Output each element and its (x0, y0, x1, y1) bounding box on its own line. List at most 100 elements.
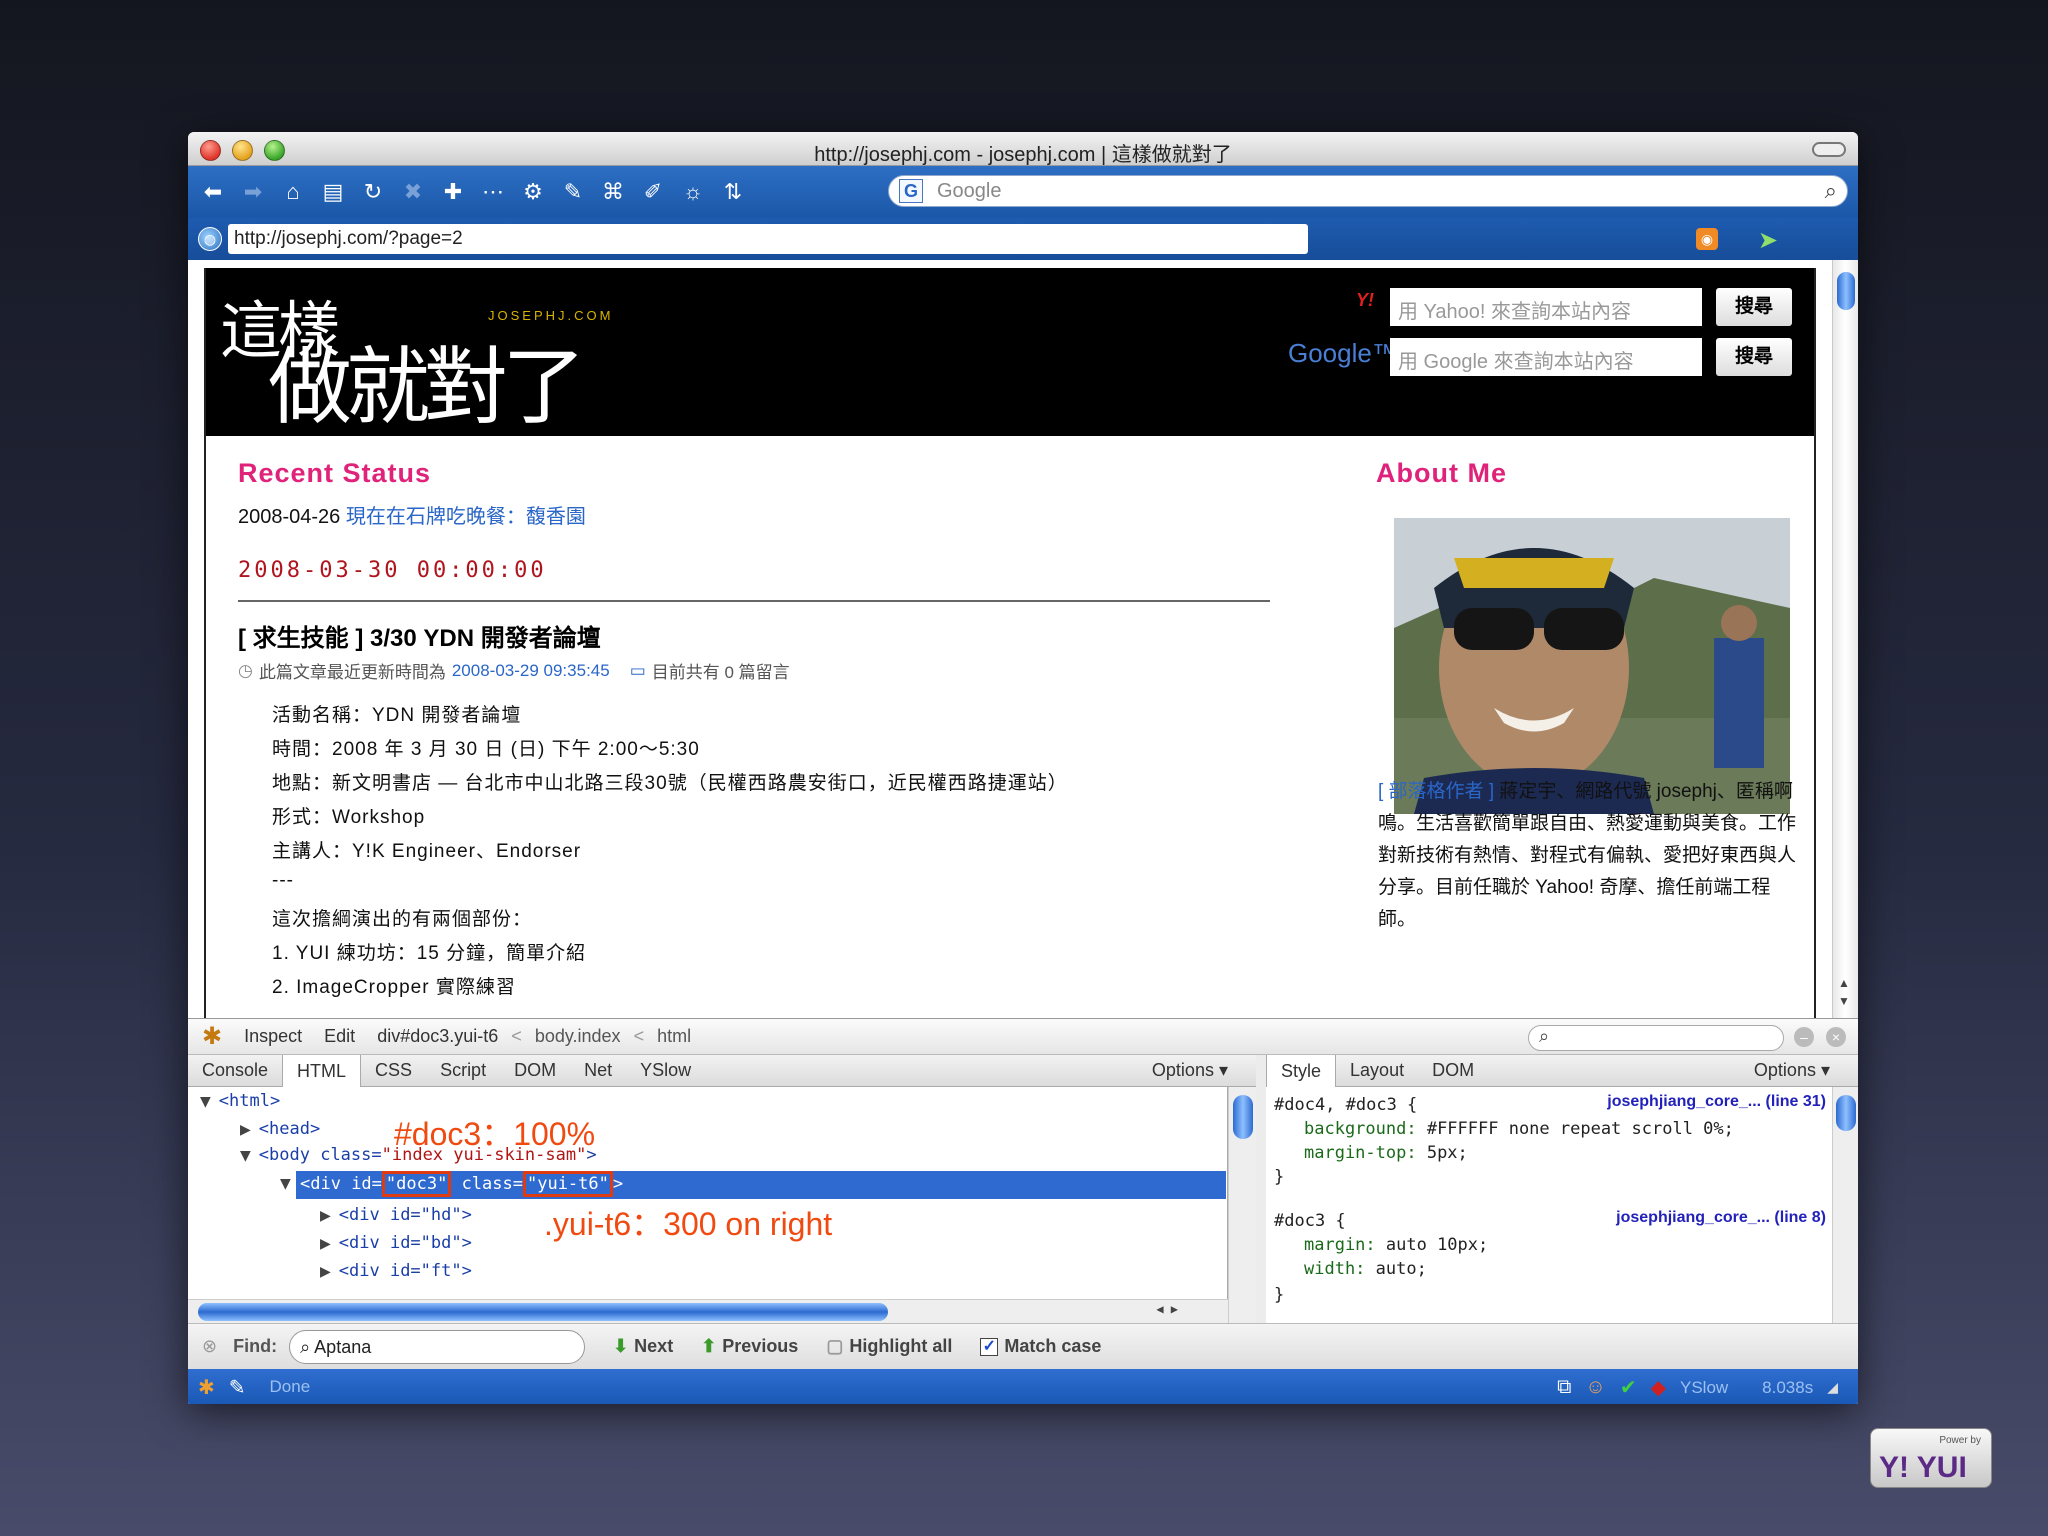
reload-icon[interactable]: ↻ (356, 175, 390, 209)
expanded-twisty-icon[interactable]: ▼ (280, 1176, 291, 1192)
twisty-doc3[interactable]: ▼ (280, 1173, 299, 1193)
tag-icon[interactable]: ⌘ (596, 175, 630, 209)
tab-html[interactable]: HTML (282, 1054, 362, 1087)
sun-icon[interactable]: ☼ (676, 175, 710, 209)
html-vscroll-thumb[interactable] (1233, 1095, 1253, 1139)
collapsed-twisty-icon[interactable]: ▶ (320, 1236, 331, 1252)
resize-grip-icon[interactable]: ◢ (1827, 1379, 1838, 1396)
yahoo-search-button[interactable]: 搜尋 (1716, 288, 1792, 326)
stop-icon[interactable]: ✖ (396, 175, 430, 209)
post-title[interactable]: [ 求生技能 ] 3/30 YDN 開發者論壇 (238, 618, 601, 653)
selected-node-doc3[interactable]: <div id= "doc3" class= "yui-t6" > (296, 1171, 1226, 1199)
highlighter-icon[interactable]: ✐ (636, 175, 670, 209)
html-hscrollbar[interactable]: ◀ ▶ (188, 1299, 1228, 1323)
tree-node-head[interactable]: ▶ <head> (240, 1119, 320, 1139)
search-icon[interactable]: ⌕ (1825, 178, 1837, 204)
rss-icon[interactable]: ◉ (1696, 228, 1718, 250)
pencil-icon[interactable]: ✎ (556, 175, 590, 209)
settings-gear-icon[interactable]: ⚙ (516, 175, 550, 209)
tree-node-html[interactable]: ▼ <html> (200, 1091, 280, 1111)
style-options-menu[interactable]: Options ▾ (1740, 1060, 1844, 1081)
collapsed-twisty-icon[interactable]: ▶ (320, 1208, 331, 1224)
bio-tag-link[interactable]: [ 部落格作者 ] (1378, 781, 1494, 802)
tree-node-ft[interactable]: ▶ <div id="ft"> (320, 1261, 472, 1281)
tree-node-bd[interactable]: ▶ <div id="bd"> (320, 1233, 472, 1253)
pen-status-icon[interactable]: ✎ (229, 1375, 246, 1400)
html-hscroll-thumb[interactable] (198, 1303, 888, 1321)
style-vscroll-thumb[interactable] (1836, 1095, 1856, 1131)
print-icon[interactable]: ▤ (316, 175, 350, 209)
style-vscrollbar[interactable] (1832, 1087, 1858, 1323)
google-engine-icon[interactable]: G (899, 179, 923, 203)
tab-css[interactable]: CSS (361, 1060, 426, 1081)
post-meta-comments[interactable]: 目前共有 0 篇留言 (652, 658, 790, 683)
yahoo-search-input[interactable]: 用 Yahoo! 來查詢本站內容 (1390, 288, 1702, 326)
firebug-toolbar: ✱ Inspect Edit div#doc3.yui-t6 < body.in… (188, 1019, 1858, 1055)
tab-dom[interactable]: DOM (500, 1060, 570, 1081)
post-meta-date[interactable]: 2008-03-29 09:35:45 (452, 661, 610, 681)
hscroll-arrows-icon[interactable]: ◀ ▶ (1156, 1302, 1178, 1316)
inspect-button[interactable]: Inspect (244, 1026, 302, 1047)
find-input[interactable]: ⌕ Aptana (289, 1329, 586, 1364)
forward-icon[interactable]: ➡ (236, 175, 270, 209)
find-close-icon[interactable]: ⊗ (202, 1336, 217, 1357)
tab-yslow[interactable]: YSlow (626, 1060, 705, 1081)
recent-status-link[interactable]: 現在在石牌吃晚餐：馥香園 (346, 506, 586, 528)
firebug-search-input[interactable]: ⌕ (1528, 1025, 1784, 1051)
back-icon[interactable]: ⬅ (196, 175, 230, 209)
firebug-bug-icon[interactable]: ✱ (202, 1022, 222, 1051)
tab-script[interactable]: Script (426, 1060, 500, 1081)
page-scroll-thumb[interactable] (1837, 272, 1855, 310)
highlight-all-button[interactable]: ▢ Highlight all (826, 1336, 952, 1357)
firebug-status-icon[interactable]: ✱ (198, 1375, 215, 1400)
tab-console[interactable]: Console (188, 1060, 282, 1081)
yslow-label[interactable]: YSlow (1680, 1378, 1728, 1398)
check-ok-icon[interactable]: ✔ (1620, 1375, 1637, 1400)
html-vscrollbar[interactable] (1228, 1087, 1256, 1323)
home-icon[interactable]: ⌂ (276, 175, 310, 209)
addon-icon[interactable]: ⧉ (1557, 1376, 1571, 1399)
edit-button[interactable]: Edit (324, 1026, 355, 1047)
monkey-icon[interactable]: ☺ (1585, 1376, 1605, 1399)
sort-icon[interactable]: ⇅ (716, 175, 750, 209)
tab-side-dom[interactable]: DOM (1418, 1060, 1488, 1081)
expanded-twisty-icon[interactable]: ▼ (240, 1148, 251, 1164)
crumb-body[interactable]: body.index (535, 1026, 621, 1046)
search-box[interactable]: G Google ⌕ (888, 175, 1848, 207)
tree-node-hd[interactable]: ▶ <div id="hd"> (320, 1205, 472, 1225)
rule1-background[interactable]: background: #FFFFFF none repeat scroll 0… (1304, 1119, 1734, 1139)
crumb-html[interactable]: html (657, 1026, 691, 1046)
extension-icon[interactable]: ⋯ (476, 175, 510, 209)
post-line: 1. YUI 練功坊：15 分鐘，簡單介紹 (272, 943, 587, 964)
firebug-minimize-icon[interactable]: – (1794, 1027, 1814, 1047)
rule2-width[interactable]: width: auto; (1304, 1259, 1427, 1279)
tab-style[interactable]: Style (1266, 1054, 1337, 1087)
bookmark-icon[interactable]: ✚ (436, 175, 470, 209)
rule2-margin[interactable]: margin: auto 10px; (1304, 1235, 1488, 1255)
tab-layout[interactable]: Layout (1336, 1060, 1418, 1081)
collapsed-twisty-icon[interactable]: ▶ (240, 1122, 251, 1138)
html-options-menu[interactable]: Options ▾ (1138, 1060, 1242, 1081)
about-me-heading: About Me (1376, 458, 1507, 488)
rule1-source-link[interactable]: josephjiang_core_... (line 31) (1607, 1093, 1826, 1111)
tab-net[interactable]: Net (570, 1060, 626, 1081)
collapsed-twisty-icon[interactable]: ▶ (320, 1264, 331, 1280)
match-case-checkbox[interactable]: ✓ Match case (980, 1336, 1101, 1357)
rule1-margin-top[interactable]: margin-top: 5px; (1304, 1143, 1468, 1163)
toolbar-toggle-button[interactable] (1812, 142, 1846, 157)
crumb-current[interactable]: div#doc3.yui-t6 (377, 1026, 498, 1046)
google-search-input[interactable]: 用 Google 來查詢本站內容 (1390, 338, 1702, 376)
find-next-button[interactable]: ⬇ Next (613, 1336, 673, 1357)
google-search-button[interactable]: 搜尋 (1716, 338, 1792, 376)
firebug-close-icon[interactable]: × (1826, 1027, 1846, 1047)
page-scrollbar[interactable]: ▲ ▼ (1832, 260, 1858, 1018)
rule2-source-link[interactable]: josephjiang_core_... (line 8) (1616, 1209, 1826, 1227)
expanded-twisty-icon[interactable]: ▼ (200, 1094, 211, 1110)
find-previous-button[interactable]: ⬆ Previous (701, 1336, 798, 1357)
url-field[interactable]: http://josephj.com/?page=2 (228, 224, 1308, 254)
scroll-arrows-icon[interactable]: ▲ ▼ (1838, 974, 1850, 1010)
go-arrow-icon[interactable]: ➤ (1758, 226, 1778, 255)
firebug-side-tabs: Style Layout DOM Options ▾ (1266, 1054, 1858, 1087)
style-pane: #doc4, #doc3 { josephjiang_core_... (lin… (1266, 1087, 1832, 1323)
yslow-icon[interactable]: ◆ (1651, 1375, 1666, 1400)
